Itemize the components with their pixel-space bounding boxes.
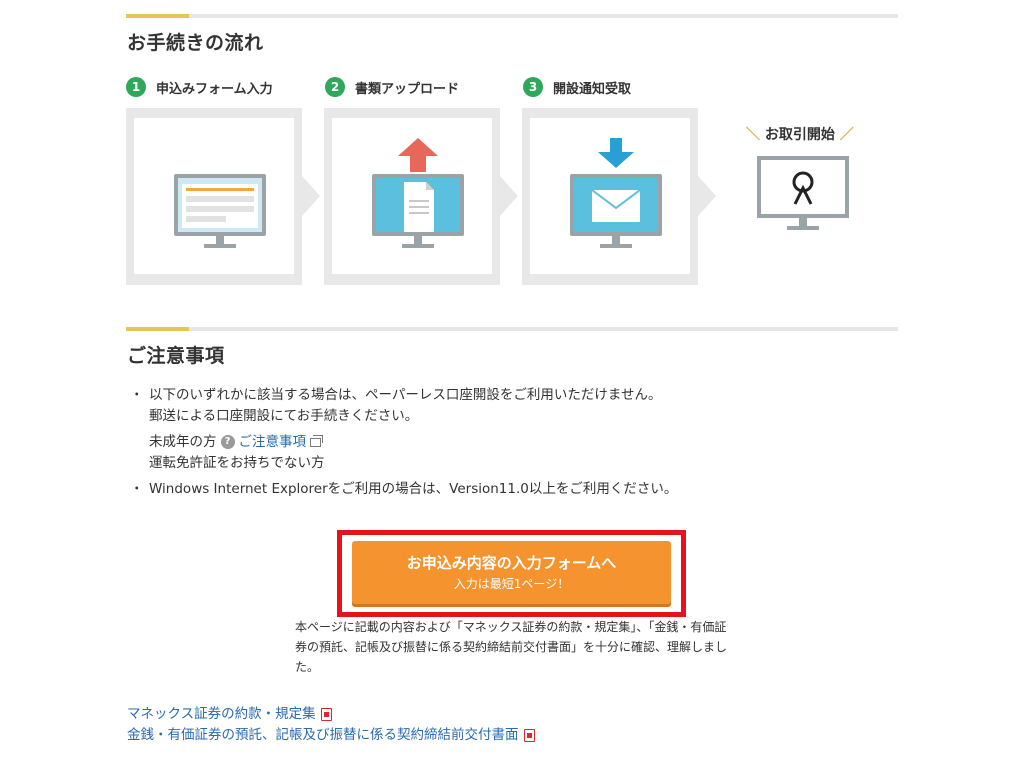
step-text-2: 書類アップロード (355, 81, 460, 97)
final-step-text: お取引開始 (764, 127, 835, 143)
notes-section-title: ご注意事項 (127, 345, 225, 367)
note-sub-minor-text: 未成年の方 (149, 434, 217, 450)
monitor-base (600, 244, 632, 248)
step-label-3: 3 開設通知受取 (523, 76, 631, 98)
monitor-neck (612, 236, 620, 244)
envelope-icon (591, 189, 641, 222)
bullet: ・ (130, 481, 144, 497)
disclosure-document-link[interactable]: 金銭・有価証券の預託、記帳及び振替に係る契約締結前交付書面 (127, 723, 535, 743)
section-rule-notes (126, 327, 898, 331)
monitor-base (787, 226, 819, 230)
pdf-icon (523, 728, 535, 742)
left-sparkle-icon: ＼ (746, 127, 760, 143)
step-box-3 (522, 108, 716, 285)
step-text-3: 開設通知受取 (553, 81, 632, 97)
apply-button-main-label: お申込み内容の入力フォームへ (406, 554, 617, 572)
note-sub-license: 運転免許証をお持ちでない方 (149, 455, 325, 471)
step-number-1: 1 (126, 77, 146, 97)
disclosure-link-label: 金銭・有価証券の預託、記帳及び振替に係る契約締結前交付書面 (127, 727, 519, 743)
trade-start-icon (757, 156, 849, 218)
monitor-base (204, 244, 236, 248)
caution-link[interactable]: ご注意事項 (239, 434, 307, 450)
step-number-2: 2 (325, 77, 345, 97)
step-number-3: 3 (523, 77, 543, 97)
terms-link-label: マネックス証券の約款・規定集 (127, 706, 316, 722)
step-label-1: 1 申込みフォーム入力 (126, 76, 273, 98)
right-sparkle-icon: ／ (839, 127, 854, 143)
help-icon[interactable]: ? (220, 435, 235, 449)
bullet: ・ (130, 387, 144, 403)
monitor-base (402, 244, 434, 248)
external-window-icon (310, 434, 323, 447)
mail-receive-icon (570, 174, 662, 236)
document-upload-icon (372, 174, 464, 236)
step-arrow-2 (500, 176, 518, 216)
note-item-1-line-2: 郵送による口座開設にてお手続きください。 (149, 408, 419, 424)
step-panel-2 (332, 118, 492, 274)
form-monitor-icon (174, 174, 266, 236)
note-item-2: ・ Windows Internet Explorerをご利用の場合は、Vers… (130, 479, 677, 499)
form-screen-graphic (182, 184, 258, 228)
note-item-2-text: Windows Internet Explorerをご利用の場合は、Versio… (149, 481, 678, 497)
document-graphic (404, 182, 434, 232)
terms-link[interactable]: マネックス証券の約款・規定集 (127, 702, 332, 722)
step-box-2 (324, 108, 518, 285)
brand-logo-icon (792, 171, 814, 205)
note-item-1: ・ 以下のいずれかに該当する場合は、ペーパーレス口座開設をご利用いただけません。 (130, 385, 661, 405)
apply-form-button[interactable]: お申込み内容の入力フォームへ 入力は最短1ページ！ (352, 541, 671, 604)
step-arrow-3 (698, 176, 716, 216)
step-label-2: 2 書類アップロード (325, 76, 459, 98)
monitor-neck (799, 218, 807, 226)
step-panel-3 (530, 118, 690, 274)
step-panel-1 (134, 118, 294, 274)
step-text-1: 申込みフォーム入力 (156, 81, 273, 97)
apply-button-sub-label: 入力は最短1ページ！ (453, 577, 570, 591)
step-arrow-1 (302, 176, 320, 216)
step-box-1 (126, 108, 320, 285)
section-rule-flow (126, 14, 898, 18)
flow-section-title: お手続きの流れ (127, 32, 264, 54)
note-item-1-line-1: 以下のいずれかに該当する場合は、ペーパーレス口座開設をご利用いただけません。 (149, 387, 662, 403)
monitor-neck (414, 236, 422, 244)
upload-arrow-icon (398, 138, 438, 172)
download-arrow-icon (598, 138, 634, 168)
pdf-icon (320, 707, 332, 721)
final-step-label: ＼ お取引開始 ／ (746, 124, 854, 144)
note-sub-minor: 未成年の方? ご注意事項 (149, 432, 323, 452)
consent-text: 本ページに記載の内容および「マネックス証券の約款・規定集」、「金銭・有価証券の預… (295, 620, 728, 674)
monitor-neck (216, 236, 224, 244)
